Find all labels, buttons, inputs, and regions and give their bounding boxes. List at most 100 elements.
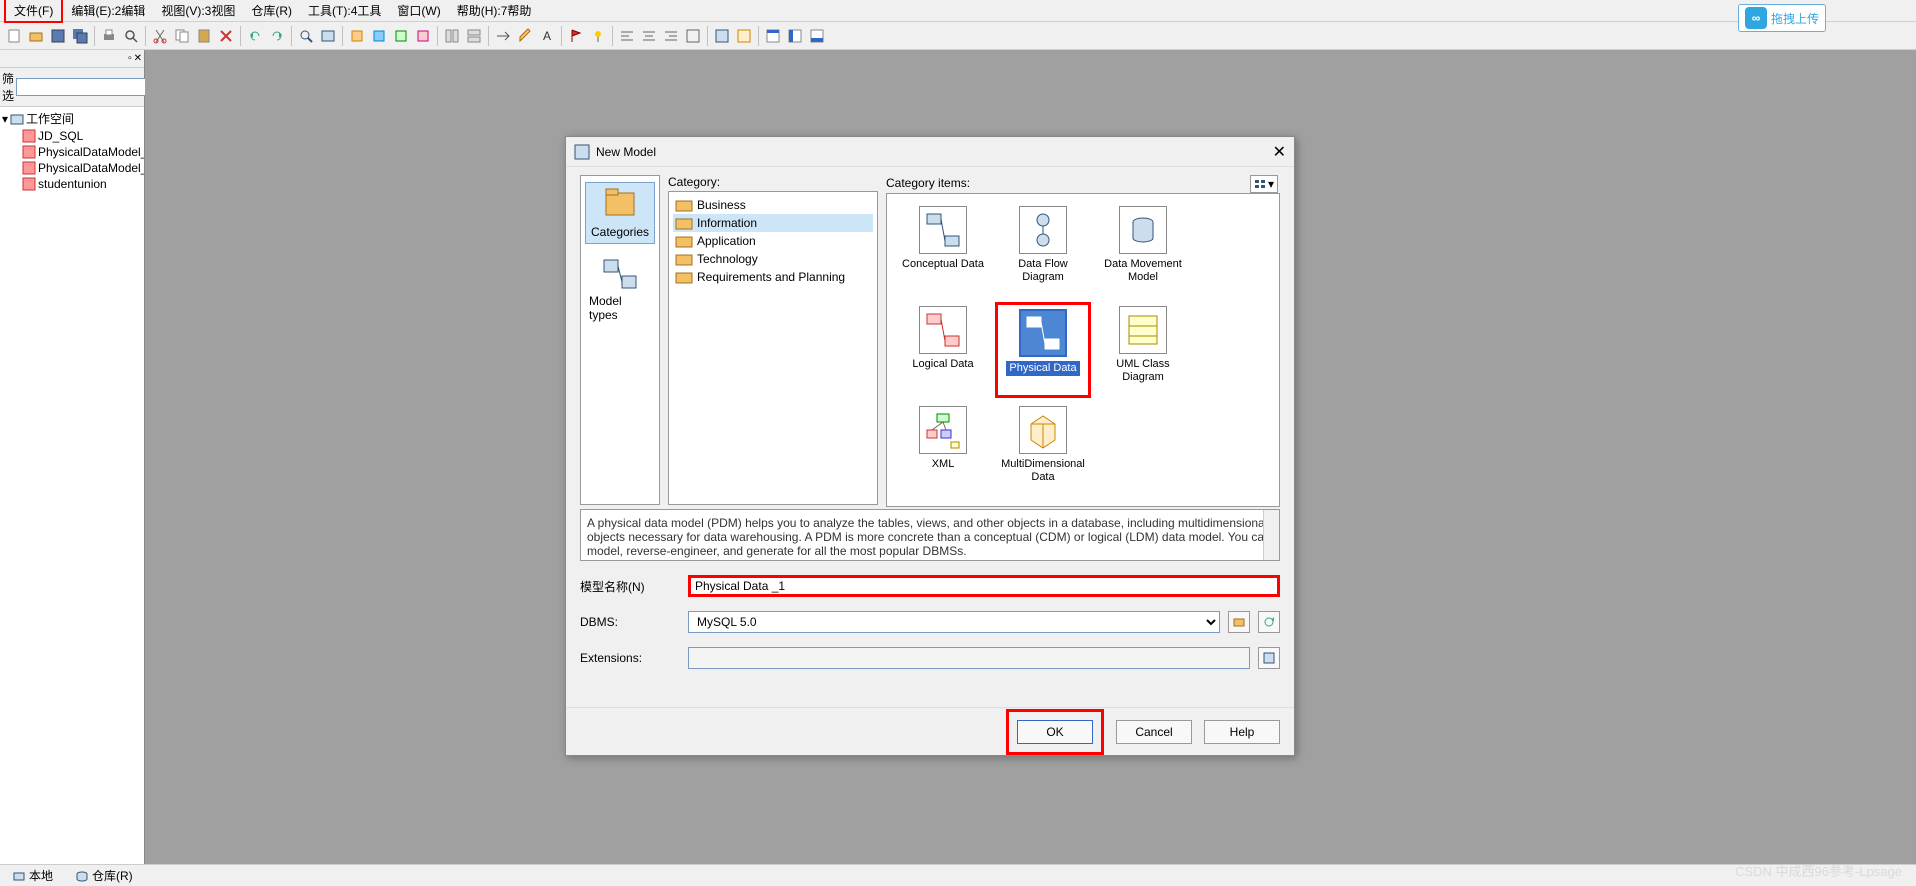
ok-button[interactable]: OK (1017, 720, 1093, 744)
tb-align1-icon[interactable] (617, 26, 637, 46)
menu-view[interactable]: 视图(V):3视图 (153, 0, 243, 21)
tb-new-icon[interactable] (4, 26, 24, 46)
model-name-input[interactable] (688, 575, 1280, 597)
tb-cut-icon[interactable] (150, 26, 170, 46)
toolbar-separator (291, 26, 292, 46)
tb-align3-icon[interactable] (661, 26, 681, 46)
tb-align2-icon[interactable] (639, 26, 659, 46)
item-physical-data[interactable]: Physical Data (995, 302, 1091, 398)
model-icon (22, 129, 36, 143)
folder-icon (675, 252, 693, 266)
items-column: Category items: ▾ Conceptual Data Data F… (886, 175, 1280, 505)
item-data-movement[interactable]: Data Movement Model (1095, 202, 1191, 298)
sidebar: ▫ ✕ 筛选 ▾ 工作空间 JD_SQL PhysicalDataModel_1 (0, 50, 145, 864)
tree-root[interactable]: ▾ 工作空间 (2, 109, 142, 128)
tb-copy-icon[interactable] (172, 26, 192, 46)
item-label: Data Movement Model (1099, 258, 1187, 284)
item-conceptual-data[interactable]: Conceptual Data (895, 202, 991, 298)
tree-item-label: studentunion (38, 177, 107, 191)
dbms-refresh-button[interactable] (1258, 611, 1280, 633)
status-repo-label: 仓库(R) (92, 867, 133, 884)
tree-item[interactable]: PhysicalDataModel_1 (2, 160, 142, 176)
conceptual-data-icon (919, 206, 967, 254)
nav-model-types[interactable]: Model types (585, 252, 655, 326)
item-multidim[interactable]: MultiDimensional Data (995, 402, 1091, 498)
workspace: New Model ✕ Categories Model types (145, 50, 1916, 864)
tree-item[interactable]: PhysicalDataModel_1 (2, 144, 142, 160)
menu-window[interactable]: 窗口(W) (389, 0, 448, 21)
category-label-text: Requirements and Planning (697, 270, 845, 284)
tb-window1-icon[interactable] (763, 26, 783, 46)
view-mode-button[interactable]: ▾ (1250, 175, 1278, 193)
extensions-button[interactable] (1258, 647, 1280, 669)
tb-print-icon[interactable] (99, 26, 119, 46)
tb-save-icon[interactable] (48, 26, 68, 46)
sidebar-close-icon[interactable]: ✕ (134, 53, 142, 64)
scrollbar[interactable] (1263, 510, 1279, 560)
tb-zoom1-icon[interactable] (712, 26, 732, 46)
tb-misc3-icon[interactable] (391, 26, 411, 46)
dbms-browse-button[interactable] (1228, 611, 1250, 633)
tb-preview-icon[interactable] (121, 26, 141, 46)
folder-icon (675, 270, 693, 284)
category-business[interactable]: Business (673, 196, 873, 214)
tb-pin-icon[interactable] (588, 26, 608, 46)
tree-item[interactable]: JD_SQL (2, 128, 142, 144)
category-list: Business Information Application Technol… (668, 191, 878, 505)
tb-paste-icon[interactable] (194, 26, 214, 46)
menu-tools[interactable]: 工具(T):4工具 (300, 0, 389, 21)
tb-open-icon[interactable] (26, 26, 46, 46)
nav-categories[interactable]: Categories (585, 182, 655, 244)
item-data-flow[interactable]: Data Flow Diagram (995, 202, 1091, 298)
category-requirements[interactable]: Requirements and Planning (673, 268, 873, 286)
cancel-button[interactable]: Cancel (1116, 720, 1192, 744)
item-xml[interactable]: XML (895, 402, 991, 498)
category-technology[interactable]: Technology (673, 250, 873, 268)
folder-icon (675, 216, 693, 230)
help-button[interactable]: Help (1204, 720, 1280, 744)
close-icon[interactable]: ✕ (1273, 142, 1286, 162)
menu-help[interactable]: 帮助(H):7帮助 (449, 0, 540, 21)
expand-icon[interactable]: ▾ (2, 112, 8, 126)
toolbar: A (0, 22, 1916, 50)
watermark: CSDN 中成西96参考-Lpsage (1735, 861, 1902, 880)
tb-zoom2-icon[interactable] (734, 26, 754, 46)
tb-align4-icon[interactable] (683, 26, 703, 46)
new-model-dialog: New Model ✕ Categories Model types (565, 136, 1295, 756)
repo-icon (75, 869, 89, 883)
sidebar-header: ▫ ✕ (0, 50, 144, 68)
extensions-input[interactable] (688, 647, 1250, 669)
status-tab-repo[interactable]: 仓库(R) (69, 865, 139, 886)
tb-window3-icon[interactable] (807, 26, 827, 46)
tb-window2-icon[interactable] (785, 26, 805, 46)
tb-misc4-icon[interactable] (413, 26, 433, 46)
tb-layout2-icon[interactable] (464, 26, 484, 46)
status-tab-local[interactable]: 本地 (6, 865, 59, 886)
tb-find-icon[interactable] (296, 26, 316, 46)
category-application[interactable]: Application (673, 232, 873, 250)
tb-delete-icon[interactable] (216, 26, 236, 46)
tb-arrow-icon[interactable] (493, 26, 513, 46)
tb-text-icon[interactable]: A (537, 26, 557, 46)
menu-repo[interactable]: 仓库(R) (243, 0, 300, 21)
tb-saveall-icon[interactable] (70, 26, 90, 46)
tb-layout1-icon[interactable] (442, 26, 462, 46)
tb-flag-icon[interactable] (566, 26, 586, 46)
dialog-icon (574, 144, 590, 160)
tb-undo-icon[interactable] (245, 26, 265, 46)
menu-edit[interactable]: 编辑(E):2编辑 (63, 0, 153, 21)
item-logical-data[interactable]: Logical Data (895, 302, 991, 398)
item-uml-class[interactable]: UML Class Diagram (1095, 302, 1191, 398)
dbms-select[interactable]: MySQL 5.0 (688, 611, 1220, 633)
toolbar-separator (488, 26, 489, 46)
menu-file[interactable]: 文件(F) (4, 0, 63, 23)
upload-widget[interactable]: ∞ 拖拽上传 (1738, 4, 1826, 32)
category-information[interactable]: Information (673, 214, 873, 232)
tb-pencil-icon[interactable] (515, 26, 535, 46)
tb-redo-icon[interactable] (267, 26, 287, 46)
tb-misc2-icon[interactable] (369, 26, 389, 46)
tb-misc1-icon[interactable] (347, 26, 367, 46)
tb-props-icon[interactable] (318, 26, 338, 46)
tree-item[interactable]: studentunion (2, 176, 142, 192)
sidebar-pin-icon[interactable]: ▫ (128, 53, 132, 64)
